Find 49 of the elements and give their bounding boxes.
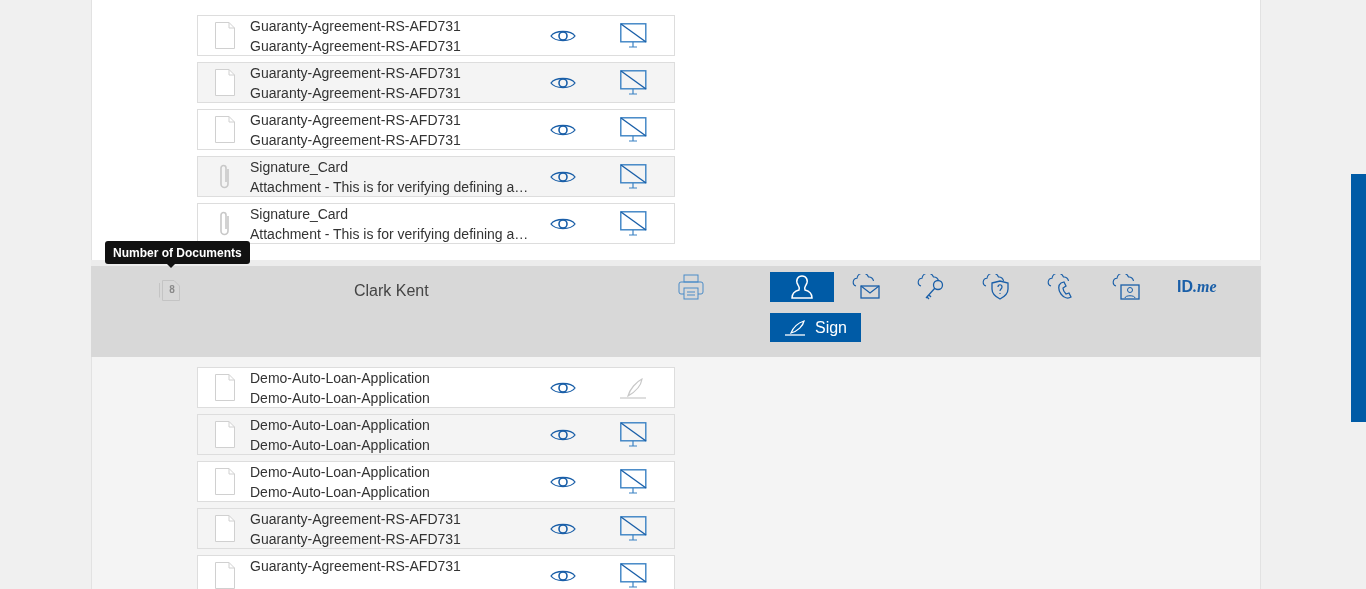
paperclip-icon xyxy=(219,163,231,190)
document-title: Guaranty-Agreement-RS-AFD731 xyxy=(250,16,462,36)
document-title: Demo-Auto-Loan-Application xyxy=(250,368,431,388)
document-count: 8 xyxy=(169,282,175,297)
person-icon xyxy=(791,275,813,299)
file-icon xyxy=(215,69,235,96)
pen-icon xyxy=(784,319,806,336)
document-description: Guaranty-Agreement-RS-AFD731 xyxy=(250,130,462,150)
document-title: Demo-Auto-Loan-Application xyxy=(250,415,431,435)
monitor-icon[interactable] xyxy=(619,22,647,49)
document-description: Guaranty-Agreement-RS-AFD731 xyxy=(250,36,462,56)
signer-button[interactable] xyxy=(770,272,834,302)
file-icon xyxy=(215,515,235,542)
key-cloud-icon[interactable] xyxy=(917,274,945,300)
document-title: Guaranty-Agreement-RS-AFD731 xyxy=(250,63,462,83)
sign-button[interactable]: Sign xyxy=(770,313,861,342)
idme-logo[interactable]: ID.me xyxy=(1177,275,1217,299)
document-title: Guaranty-Agreement-RS-AFD731 xyxy=(250,509,462,529)
file-icon xyxy=(215,468,235,495)
monitor-icon[interactable] xyxy=(619,421,647,448)
document-description: Demo-Auto-Loan-Application xyxy=(250,435,431,455)
document-description: Guaranty-Agreement-RS-AFD731 xyxy=(250,529,462,549)
paperclip-icon xyxy=(219,210,231,237)
document-description: Attachment - This is for verifying defining a… xyxy=(250,224,530,244)
document-description: Demo-Auto-Loan-Application xyxy=(250,482,431,502)
file-icon xyxy=(215,421,235,448)
document-title: Signature_Card xyxy=(250,157,350,177)
document-title: Guaranty-Agreement-RS-AFD731 xyxy=(250,556,462,576)
monitor-icon[interactable] xyxy=(619,210,647,237)
file-icon xyxy=(215,374,235,401)
pen-icon xyxy=(620,376,646,399)
document-description: Demo-Auto-Loan-Application xyxy=(250,388,431,408)
email-cloud-icon[interactable] xyxy=(852,274,880,300)
monitor-icon[interactable] xyxy=(619,69,647,96)
monitor-icon[interactable] xyxy=(619,468,647,495)
video-person-cloud-icon[interactable] xyxy=(1112,274,1140,300)
monitor-icon[interactable] xyxy=(619,515,647,542)
monitor-icon[interactable] xyxy=(619,116,647,143)
document-title: Demo-Auto-Loan-Application xyxy=(250,462,431,482)
document-description: Guaranty-Agreement-RS-AFD731 xyxy=(250,83,462,103)
document-description: Attachment - This is for verifying defining a… xyxy=(250,177,530,197)
signer-name: Clark Kent xyxy=(354,281,430,301)
monitor-icon[interactable] xyxy=(619,163,647,190)
file-icon xyxy=(215,116,235,143)
file-icon xyxy=(215,22,235,49)
shield-question-icon[interactable] xyxy=(982,274,1010,300)
document-title: Signature_Card xyxy=(250,204,350,224)
document-title: Guaranty-Agreement-RS-AFD731 xyxy=(250,110,462,130)
monitor-icon[interactable] xyxy=(619,562,647,589)
